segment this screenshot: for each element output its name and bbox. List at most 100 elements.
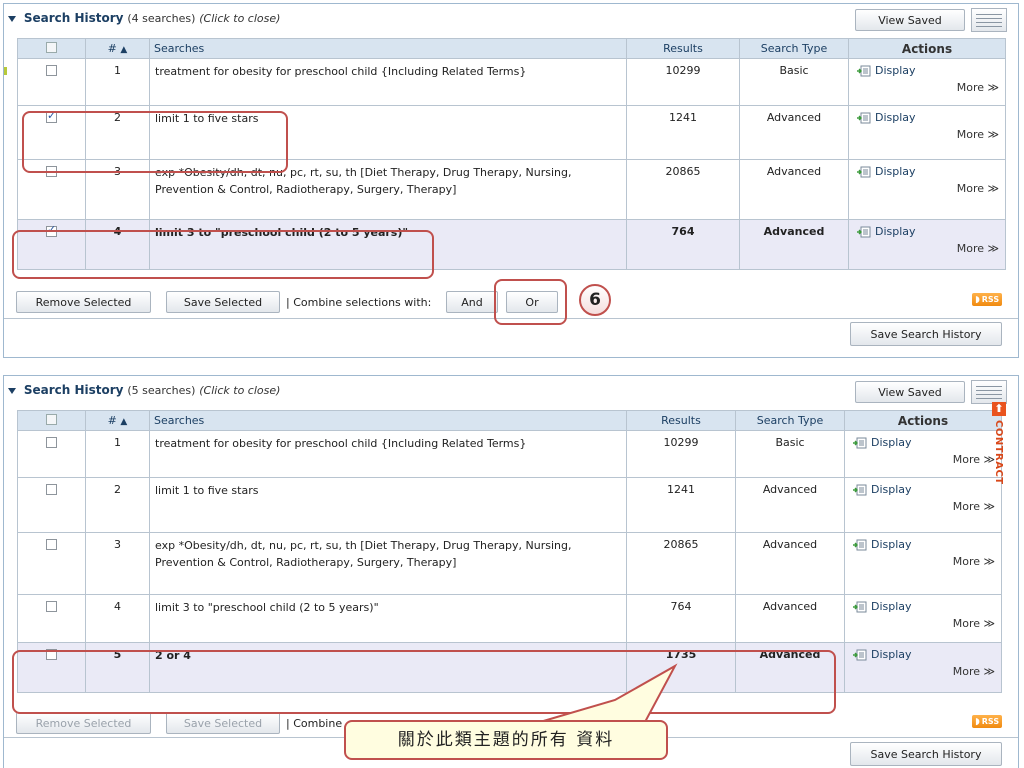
rss-icon: ◗ [975, 295, 980, 305]
display-link[interactable]: Display [853, 483, 912, 496]
search-query: limit 1 to five stars [149, 105, 627, 160]
close-hint: (Click to close) [199, 384, 281, 397]
row-checkbox[interactable] [46, 539, 57, 550]
row-number: 1 [85, 430, 150, 478]
panel-header[interactable]: Search History (4 searches) (Click to cl… [4, 4, 1018, 38]
select-all-checkbox[interactable] [46, 413, 57, 425]
search-type: Advanced [735, 642, 845, 693]
callout-box: 關於此類主題的所有 資料 [344, 720, 668, 760]
or-button[interactable]: Or [506, 291, 558, 313]
view-saved-button[interactable]: View Saved [855, 381, 965, 403]
contract-tab[interactable]: ⬆ CONTRACT [992, 402, 1006, 512]
display-icon [853, 649, 867, 661]
select-all-header[interactable] [17, 410, 86, 431]
sort-up-icon[interactable]: ▲ [120, 45, 127, 55]
panel-header[interactable]: Search History (5 searches) (Click to cl… [4, 376, 1018, 410]
panel-title[interactable]: Search History (4 searches) (Click to cl… [8, 11, 280, 25]
select-all-header[interactable] [17, 38, 86, 59]
sort-up-icon[interactable]: ▲ [120, 417, 127, 427]
row-checkbox[interactable] [46, 223, 57, 237]
display-link[interactable]: Display [853, 538, 912, 551]
search-type: Advanced [735, 532, 845, 595]
display-link[interactable]: Display [853, 600, 912, 613]
more-link[interactable]: More ≫ [953, 665, 995, 678]
view-saved-button[interactable]: View Saved [855, 9, 965, 31]
row-checkbox[interactable] [46, 649, 57, 660]
save-selected-button[interactable]: Save Selected [166, 712, 280, 734]
actions-header: Actions [844, 410, 1002, 431]
more-link[interactable]: More ≫ [953, 555, 995, 568]
display-link[interactable]: Display [857, 165, 916, 178]
row-checkbox[interactable] [46, 65, 57, 76]
collapse-triangle-icon[interactable] [8, 15, 16, 22]
search-type: Advanced [739, 219, 849, 270]
menu-icon[interactable] [971, 380, 1007, 404]
more-link[interactable]: More ≫ [953, 500, 995, 513]
more-link[interactable]: More ≫ [957, 81, 999, 94]
display-link[interactable]: Display [857, 64, 916, 77]
result-count: 1241 [626, 105, 740, 160]
save-search-history-button[interactable]: Save Search History [850, 742, 1002, 766]
select-all-checkbox[interactable] [46, 41, 57, 53]
remove-selected-button[interactable]: Remove Selected [16, 291, 151, 313]
num-header[interactable]: # ▲ [85, 410, 150, 431]
search-type-header: Search Type [739, 38, 849, 59]
more-link[interactable]: More ≫ [953, 617, 995, 630]
actions-header: Actions [848, 38, 1006, 59]
search-type: Advanced [735, 477, 845, 533]
row-number: 5 [85, 642, 150, 693]
search-type: Basic [735, 430, 845, 478]
row-number: 4 [85, 594, 150, 643]
result-count: 20865 [626, 532, 736, 595]
result-count: 10299 [626, 430, 736, 478]
search-history-table: # ▲ Searches Results Search Type Actions… [17, 38, 1006, 270]
display-icon [853, 539, 867, 551]
search-count: (5 searches) [127, 384, 196, 397]
rss-badge[interactable]: ◗ RSS [972, 715, 1002, 728]
num-header[interactable]: # ▲ [85, 38, 150, 59]
table-row: 4 limit 3 to "preschool child (2 to 5 ye… [17, 219, 1006, 270]
result-count: 10299 [626, 58, 740, 106]
display-link[interactable]: Display [853, 648, 912, 661]
row-checkbox[interactable] [46, 437, 57, 448]
row-checkbox[interactable] [46, 109, 57, 123]
more-link[interactable]: More ≫ [953, 453, 995, 466]
display-icon [857, 166, 871, 178]
row-number: 3 [85, 532, 150, 595]
search-query: limit 3 to "preschool child (2 to 5 year… [149, 219, 627, 270]
save-search-history-button[interactable]: Save Search History [850, 322, 1002, 346]
row-checkbox[interactable] [46, 484, 57, 495]
save-selected-button[interactable]: Save Selected [166, 291, 280, 313]
panel-title[interactable]: Search History (5 searches) (Click to cl… [8, 383, 280, 397]
display-link[interactable]: Display [857, 225, 916, 238]
table-header-row: # ▲ Searches Results Search Type Actions [17, 410, 1002, 431]
searches-header: Searches [149, 410, 627, 431]
panel-title-text: Search History [23, 383, 124, 397]
more-link[interactable]: More ≫ [957, 182, 999, 195]
remove-selected-button[interactable]: Remove Selected [16, 712, 151, 734]
collapse-triangle-icon[interactable] [8, 387, 16, 394]
display-icon [857, 65, 871, 77]
rss-badge[interactable]: ◗ RSS [972, 293, 1002, 306]
menu-icon[interactable] [971, 8, 1007, 32]
row-checkbox[interactable] [46, 601, 57, 612]
callout-pointer [539, 663, 678, 724]
table-row: 3 exp *Obesity/dh, dt, nu, pc, rt, su, t… [17, 159, 1006, 220]
display-link[interactable]: Display [853, 436, 912, 449]
display-link[interactable]: Display [857, 111, 916, 124]
contract-arrow-icon[interactable]: ⬆ [992, 402, 1006, 416]
table-header-row: # ▲ Searches Results Search Type Actions [17, 38, 1006, 59]
and-button[interactable]: And [446, 291, 498, 313]
result-count: 20865 [626, 159, 740, 220]
more-link[interactable]: More ≫ [957, 242, 999, 255]
table-row: 1 treatment for obesity for preschool ch… [17, 58, 1006, 106]
edge-marker [4, 67, 7, 75]
search-type-header: Search Type [735, 410, 845, 431]
combine-label: | Combine selections with: [286, 296, 432, 309]
search-type: Advanced [739, 159, 849, 220]
more-link[interactable]: More ≫ [957, 128, 999, 141]
row-checkbox[interactable] [46, 166, 57, 177]
result-count: 764 [626, 219, 740, 270]
table-row: 1 treatment for obesity for preschool ch… [17, 430, 1002, 478]
search-query: treatment for obesity for preschool chil… [149, 58, 627, 106]
